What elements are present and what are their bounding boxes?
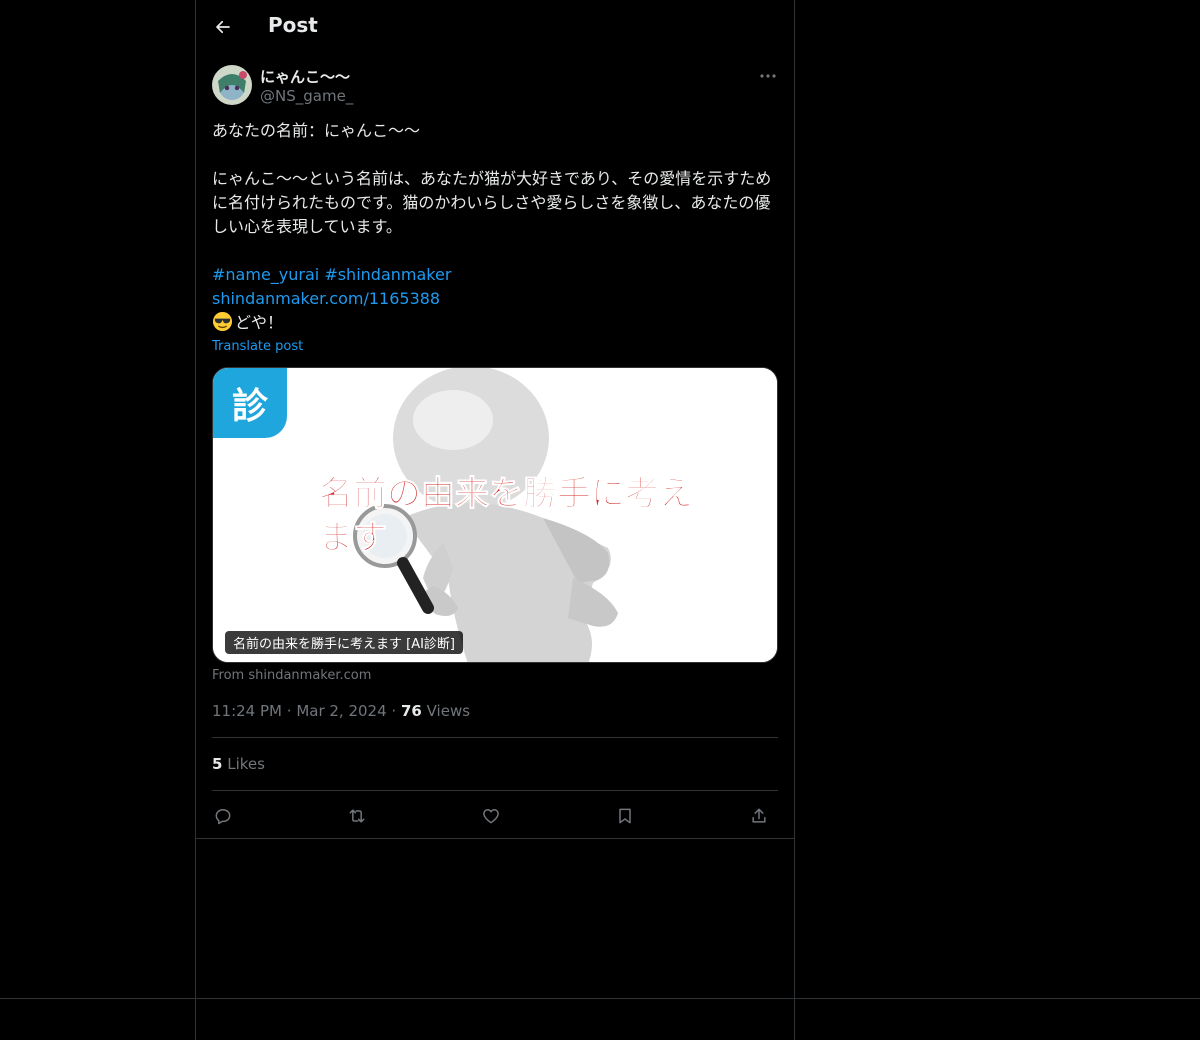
reply-button[interactable]	[210, 803, 236, 829]
card-caption: 名前の由来を勝手に考えます [AI診断]	[225, 631, 464, 654]
tweet-body: にゃんこ〜〜という名前は、あなたが猫が大好きであり、その愛情を示すために名付けら…	[212, 169, 772, 236]
page-title: Post	[268, 13, 318, 37]
likes-label: Likes	[227, 755, 265, 773]
repost-button[interactable]	[344, 803, 370, 829]
tweet-closing: どや！	[235, 313, 284, 332]
tweet-line-name: あなたの名前：にゃんこ〜〜	[212, 121, 421, 140]
divider	[212, 790, 778, 791]
like-icon	[483, 809, 499, 824]
link-card[interactable]: 診 名前の由来を勝手に考えます 名前の由来を勝手に考えます [AI診断]	[212, 367, 778, 663]
divider	[212, 737, 778, 738]
post-time[interactable]: 11:24 PM	[212, 702, 282, 720]
arrow-left-icon	[216, 20, 230, 34]
reply-icon	[215, 809, 231, 825]
likes-stat[interactable]: 5 Likes	[212, 755, 265, 773]
translate-post-link[interactable]: Translate post	[212, 339, 303, 354]
card-headline: 名前の由来を勝手に考えます	[319, 474, 694, 559]
post-date[interactable]: Mar 2, 2024	[296, 702, 386, 720]
repost-icon	[349, 809, 365, 823]
post-column: Post にゃんこ〜〜 @NS_game_ あなたの名前：にゃんこ〜〜 にゃんこ…	[196, 0, 794, 839]
action-bar	[212, 801, 778, 829]
bookmark-icon	[619, 808, 631, 824]
share-button[interactable]	[746, 803, 772, 829]
author-display-name[interactable]: にゃんこ〜〜	[260, 66, 350, 87]
hashtag-shindanmaker[interactable]: #shindanmaker	[324, 265, 451, 284]
views-label: Views	[426, 702, 471, 720]
bookmark-button[interactable]	[612, 803, 638, 829]
tweet-text: あなたの名前：にゃんこ〜〜 にゃんこ〜〜という名前は、あなたが猫が大好きであり、…	[212, 119, 778, 335]
hashtag-name-yurai[interactable]: #name_yurai	[212, 265, 319, 284]
like-button[interactable]	[478, 803, 504, 829]
column-right-border	[794, 0, 795, 1040]
card-source[interactable]: From shindanmaker.com	[212, 668, 371, 683]
post-meta: 11:24 PM · Mar 2, 2024 · 76 Views	[212, 702, 471, 720]
share-icon	[752, 808, 766, 823]
page-header: Post	[196, 0, 794, 54]
likes-count: 5	[212, 755, 223, 773]
author-handle[interactable]: @NS_game_	[260, 87, 353, 105]
bottom-divider	[0, 998, 1200, 999]
back-button[interactable]	[210, 14, 236, 40]
avatar[interactable]	[212, 65, 252, 105]
tweet-link[interactable]: shindanmaker.com/1165388	[212, 289, 440, 308]
more-options-button[interactable]	[758, 66, 778, 86]
sunglasses-emoji-icon	[212, 311, 233, 332]
shindanmaker-logo: 診	[213, 368, 287, 438]
views-count: 76	[400, 702, 422, 720]
more-icon	[760, 74, 776, 78]
